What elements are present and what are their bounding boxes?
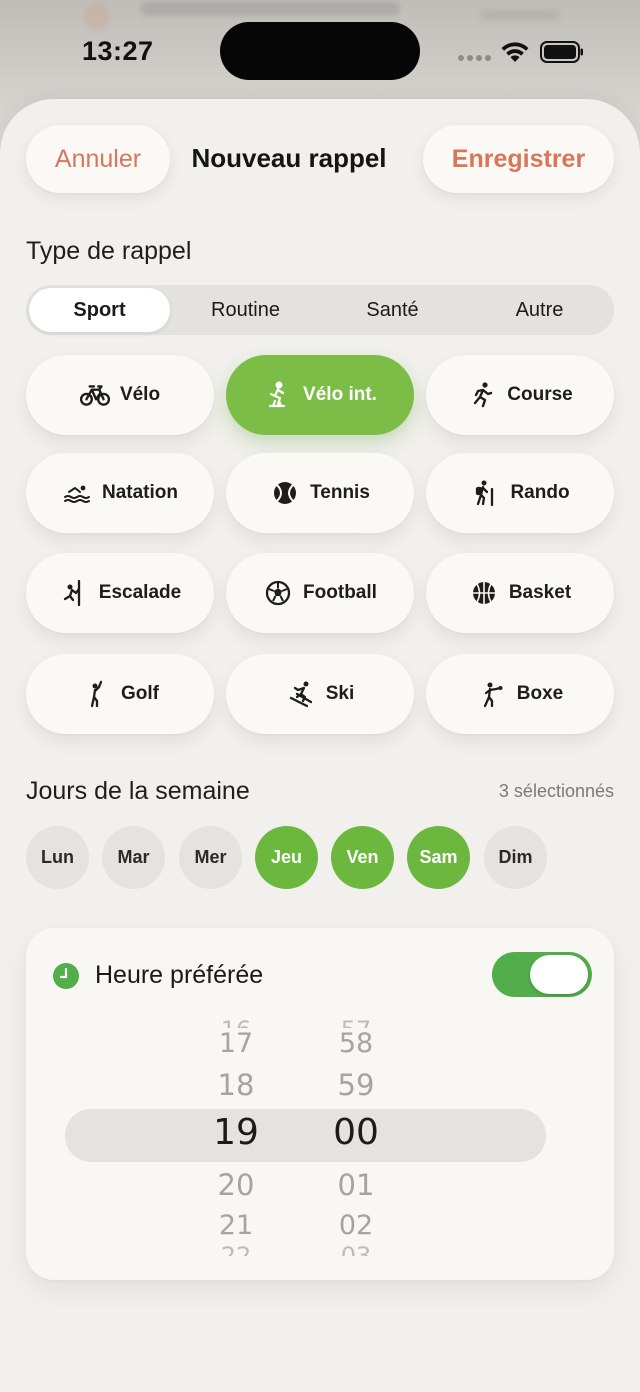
tab-routine[interactable]: Routine bbox=[175, 288, 316, 332]
activity-label: Ski bbox=[325, 683, 355, 704]
minute-option: 58 bbox=[338, 1028, 374, 1059]
selected-hour: 19 bbox=[213, 1112, 259, 1153]
day-lun[interactable]: Lun bbox=[26, 826, 89, 889]
day-mar[interactable]: Mar bbox=[102, 826, 165, 889]
selected-minute: 00 bbox=[333, 1112, 379, 1153]
swimming-icon bbox=[62, 478, 92, 508]
activity-label: Basket bbox=[508, 582, 572, 603]
hour-option: 22 bbox=[220, 1242, 252, 1256]
wifi-icon bbox=[501, 42, 529, 62]
activity-escalade[interactable]: Escalade bbox=[26, 553, 214, 633]
day-jeu[interactable]: Jeu bbox=[255, 826, 318, 889]
activity-golf[interactable]: Golf bbox=[26, 654, 214, 734]
tab-sport[interactable]: Sport bbox=[29, 288, 170, 332]
preferred-time-toggle[interactable] bbox=[492, 952, 592, 997]
new-reminder-sheet: Annuler Nouveau rappel Enregistrer Type … bbox=[0, 99, 640, 1392]
activity-boxe[interactable]: Boxe bbox=[426, 654, 614, 734]
activity-course[interactable]: Course bbox=[426, 355, 614, 435]
soccer-ball-icon bbox=[263, 578, 293, 608]
bicycle-icon bbox=[79, 380, 110, 410]
minute-option: 03 bbox=[340, 1242, 372, 1256]
indoor-cycling-icon bbox=[263, 380, 293, 410]
selected-days-count: 3 sélectionnés bbox=[498, 781, 614, 801]
hour-option: 16 bbox=[196, 1016, 276, 1028]
running-icon bbox=[467, 380, 497, 410]
activity-label: Vélo int. bbox=[303, 384, 377, 405]
reminder-type-segmented-control: Sport Routine Santé Autre bbox=[26, 285, 614, 335]
activity-velo-int[interactable]: Vélo int. bbox=[226, 355, 414, 435]
activity-tennis[interactable]: Tennis bbox=[226, 453, 414, 533]
hour-option: 20 bbox=[217, 1168, 255, 1202]
activity-label: Football bbox=[303, 582, 377, 603]
preferred-time-card: Heure préférée 16 17 18 19 20 21 22 57 5… bbox=[26, 928, 614, 1280]
boxing-icon bbox=[477, 679, 507, 709]
battery-icon bbox=[540, 41, 583, 63]
sheet-title: Nouveau rappel bbox=[191, 143, 387, 173]
hour-option: 17 bbox=[218, 1028, 254, 1059]
activity-label: Course bbox=[507, 384, 573, 405]
dynamic-island bbox=[220, 22, 420, 80]
picker-selection-band bbox=[65, 1109, 546, 1162]
minute-wheel[interactable]: 57 58 59 00 01 02 03 bbox=[316, 1016, 396, 1256]
activity-label: Escalade bbox=[98, 582, 182, 603]
day-dim[interactable]: Dim bbox=[484, 826, 547, 889]
hiking-icon bbox=[470, 478, 500, 508]
activity-label: Vélo bbox=[119, 384, 161, 405]
tennis-ball-icon bbox=[270, 478, 300, 508]
activity-velo[interactable]: Vélo bbox=[26, 355, 214, 435]
clock-icon bbox=[53, 963, 79, 989]
day-ven[interactable]: Ven bbox=[331, 826, 394, 889]
reminder-type-label: Type de rappel bbox=[26, 237, 192, 265]
climbing-icon bbox=[59, 578, 89, 608]
activity-ski[interactable]: Ski bbox=[226, 654, 414, 734]
hour-option: 18 bbox=[217, 1068, 255, 1102]
status-bar: 13:27 bbox=[0, 0, 640, 100]
hour-option: 21 bbox=[218, 1210, 254, 1241]
activity-label: Tennis bbox=[310, 482, 370, 503]
tab-autre[interactable]: Autre bbox=[469, 288, 610, 332]
golf-icon bbox=[81, 679, 111, 709]
tab-sante[interactable]: Santé bbox=[322, 288, 463, 332]
activity-rando[interactable]: Rando bbox=[426, 453, 614, 533]
cellular-signal-icon bbox=[458, 55, 492, 63]
activity-football[interactable]: Football bbox=[226, 553, 414, 633]
weekdays-label: Jours de la semaine bbox=[26, 777, 250, 805]
minute-option: 02 bbox=[338, 1210, 374, 1241]
minute-option: 57 bbox=[316, 1016, 396, 1028]
minute-option: 59 bbox=[337, 1068, 375, 1102]
cancel-button[interactable]: Annuler bbox=[26, 125, 170, 193]
day-mer[interactable]: Mer bbox=[179, 826, 242, 889]
activity-label: Golf bbox=[121, 683, 159, 704]
hour-wheel[interactable]: 16 17 18 19 20 21 22 bbox=[196, 1016, 276, 1256]
minute-option: 01 bbox=[337, 1168, 375, 1202]
toggle-knob bbox=[530, 955, 588, 994]
activity-label: Natation bbox=[102, 482, 178, 503]
status-time: 13:27 bbox=[82, 36, 154, 66]
skiing-icon bbox=[286, 679, 316, 709]
activity-basket[interactable]: Basket bbox=[426, 553, 614, 633]
activity-natation[interactable]: Natation bbox=[26, 453, 214, 533]
activity-label: Rando bbox=[510, 482, 570, 503]
save-button[interactable]: Enregistrer bbox=[423, 125, 614, 193]
day-sam[interactable]: Sam bbox=[407, 826, 470, 889]
basketball-icon bbox=[469, 578, 499, 608]
preferred-time-label: Heure préférée bbox=[95, 961, 264, 989]
activity-label: Boxe bbox=[516, 683, 564, 704]
